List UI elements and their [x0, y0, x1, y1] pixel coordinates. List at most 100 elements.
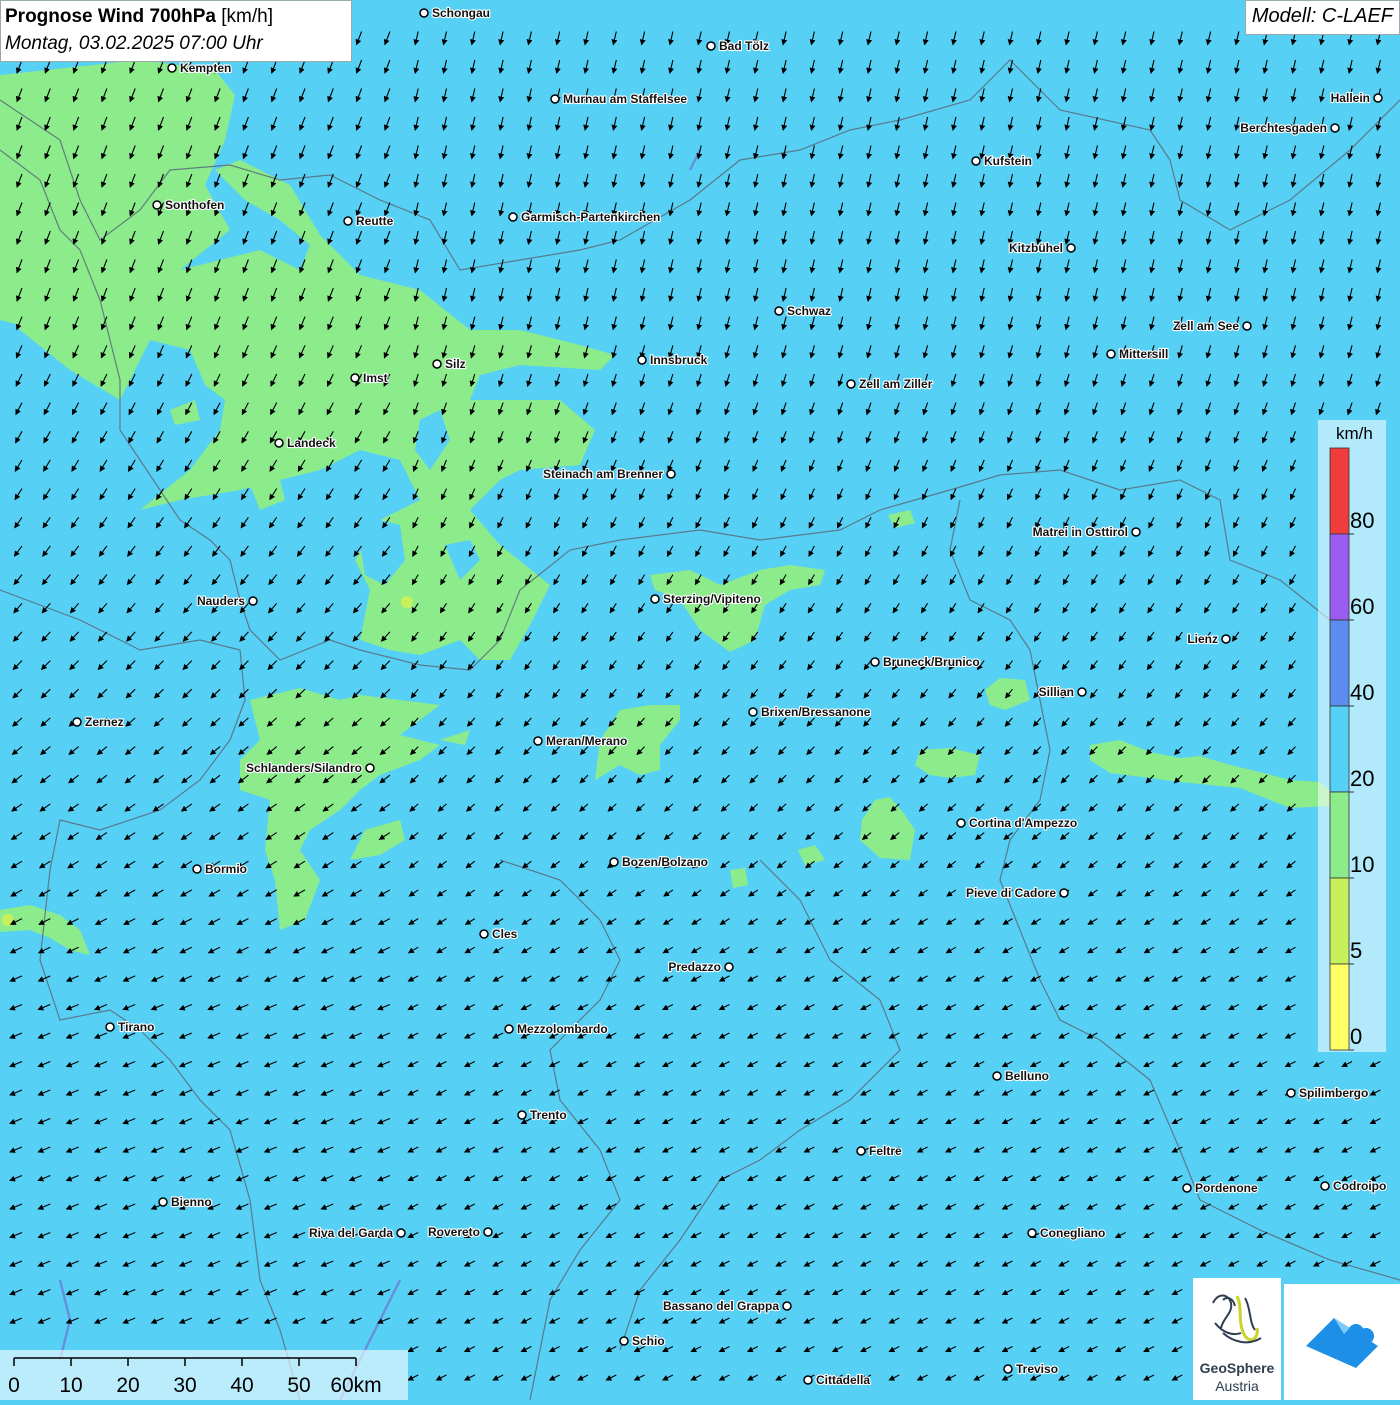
- city-dot: [971, 156, 981, 166]
- city-dot: [803, 1375, 813, 1385]
- city-label: Spilimbergo: [1299, 1086, 1368, 1100]
- city-label: Feltre: [869, 1144, 902, 1158]
- city-dot: [1373, 93, 1383, 103]
- city-label: Trento: [530, 1108, 567, 1122]
- color-legend: km/h 80 60 40 20 10 5 0: [1318, 420, 1386, 1052]
- city-label: Meran/Merano: [546, 734, 627, 748]
- city-dot: [782, 1301, 792, 1311]
- city-dot: [550, 94, 560, 104]
- city-label: Brixen/Bressanone: [761, 705, 871, 719]
- city-marker: Garmisch-Partenkirchen: [508, 209, 661, 225]
- city-label: Schio: [632, 1334, 665, 1348]
- city-label: Zell am Ziller: [859, 377, 933, 391]
- city-label: Zell am See: [1173, 319, 1239, 333]
- legend-bin-80-plus: [1329, 447, 1350, 535]
- city-dot: [72, 717, 82, 727]
- app-logo: [1284, 1284, 1400, 1400]
- city-dot: [1286, 1088, 1296, 1098]
- city-label: Murnau am Staffelsee: [563, 92, 687, 106]
- legend-label: 0: [1350, 1024, 1362, 1049]
- city-dot: [637, 355, 647, 365]
- city-marker: Riva del Garda: [308, 1225, 406, 1241]
- city-marker: Cortina d'Ampezzo: [956, 815, 1078, 831]
- city-label: Sonthofen: [165, 198, 224, 212]
- city-dot: [396, 1228, 406, 1238]
- city-label: Bienno: [171, 1195, 212, 1209]
- legend-bin-20-40: [1329, 705, 1350, 793]
- city-label: Pieve di Cadore: [966, 886, 1056, 900]
- city-label: Bruneck/Brunico: [883, 655, 980, 669]
- geosphere-line2: Austria: [1215, 1378, 1259, 1394]
- city-dot: [856, 1146, 866, 1156]
- city-label: Conegliano: [1040, 1226, 1105, 1240]
- scale-label: 20: [116, 1374, 139, 1397]
- city-dot: [1077, 687, 1087, 697]
- forecast-datetime: Montag, 03.02.2025 07:00 Uhr: [5, 33, 263, 54]
- city-marker: Pordenone: [1182, 1180, 1259, 1196]
- city-marker: Schlanders/Silandro: [245, 760, 375, 776]
- city-marker: Brixen/Bressanone: [748, 704, 872, 720]
- city-marker: Zell am Ziller: [846, 376, 934, 392]
- city-label: Rovereto: [428, 1225, 480, 1239]
- city-label: Hallein: [1331, 91, 1370, 105]
- geosphere-icon: [1212, 1294, 1262, 1344]
- city-label: Garmisch-Partenkirchen: [521, 210, 660, 224]
- geosphere-logo: GeoSphere Austria: [1193, 1278, 1281, 1400]
- city-dot: [1131, 527, 1141, 537]
- legend-bin-10-20: [1329, 791, 1350, 879]
- city-dot: [517, 1110, 527, 1120]
- city-marker: Berchtesgaden: [1239, 120, 1340, 136]
- scale-label: 40: [230, 1374, 253, 1397]
- city-dot: [724, 962, 734, 972]
- city-label: Reutte: [356, 214, 394, 228]
- city-dot: [1027, 1228, 1037, 1238]
- city-dot: [1066, 243, 1076, 253]
- city-dot: [956, 818, 966, 828]
- city-label: Lienz: [1187, 632, 1218, 646]
- city-label: Silz: [445, 357, 466, 371]
- city-dot: [483, 1227, 493, 1237]
- legend-label: 40: [1350, 680, 1374, 705]
- city-label: Kufstein: [984, 154, 1032, 168]
- city-label: Berchtesgaden: [1240, 121, 1327, 135]
- city-label: Codroipo: [1333, 1179, 1386, 1193]
- city-label: Landeck: [287, 436, 336, 450]
- city-dot: [1242, 321, 1252, 331]
- legend-label: 5: [1350, 938, 1362, 963]
- model-label: Modell: C-LAEF: [1244, 0, 1400, 35]
- city-label: Predazzo: [668, 960, 721, 974]
- city-dot: [1330, 123, 1340, 133]
- scale-label: 30: [173, 1374, 196, 1397]
- city-label: Sterzing/Vipiteno: [663, 592, 761, 606]
- legend-label: 80: [1350, 508, 1374, 533]
- city-label: Sillian: [1039, 685, 1074, 699]
- map-title: Prognose Wind 700hPa [km/h]: [5, 4, 351, 30]
- city-dot: [1182, 1183, 1192, 1193]
- city-dot: [870, 657, 880, 667]
- title-text: Prognose Wind 700hPa: [5, 6, 216, 27]
- city-dot: [105, 1022, 115, 1032]
- wind-app-icon: [1306, 1318, 1378, 1368]
- city-dot: [1059, 888, 1069, 898]
- city-dot: [1221, 634, 1231, 644]
- city-marker: Pieve di Cadore: [965, 885, 1069, 901]
- city-marker: Meran/Merano: [533, 733, 628, 749]
- city-marker: Mezzolombardo: [504, 1021, 609, 1037]
- city-marker: Conegliano: [1027, 1225, 1106, 1241]
- city-label: Zernez: [85, 715, 124, 729]
- scale-label: 0: [8, 1374, 20, 1397]
- city-dot: [274, 438, 284, 448]
- scale-bar: 0 10 20 30 40 50 60km: [0, 1350, 408, 1400]
- city-dot: [343, 216, 353, 226]
- city-label: Schongau: [432, 6, 490, 20]
- city-dot: [419, 8, 429, 18]
- city-marker: Sterzing/Vipiteno: [650, 591, 762, 607]
- city-label: Imst: [363, 371, 388, 385]
- scale-label: 50: [287, 1374, 310, 1397]
- city-label: Innsbruck: [650, 353, 708, 367]
- city-dot: [504, 1024, 514, 1034]
- city-label: Bassano del Grappa: [663, 1299, 779, 1313]
- city-dot: [365, 763, 375, 773]
- city-label: Cittadella: [816, 1373, 870, 1387]
- city-marker: Spilimbergo: [1286, 1085, 1369, 1101]
